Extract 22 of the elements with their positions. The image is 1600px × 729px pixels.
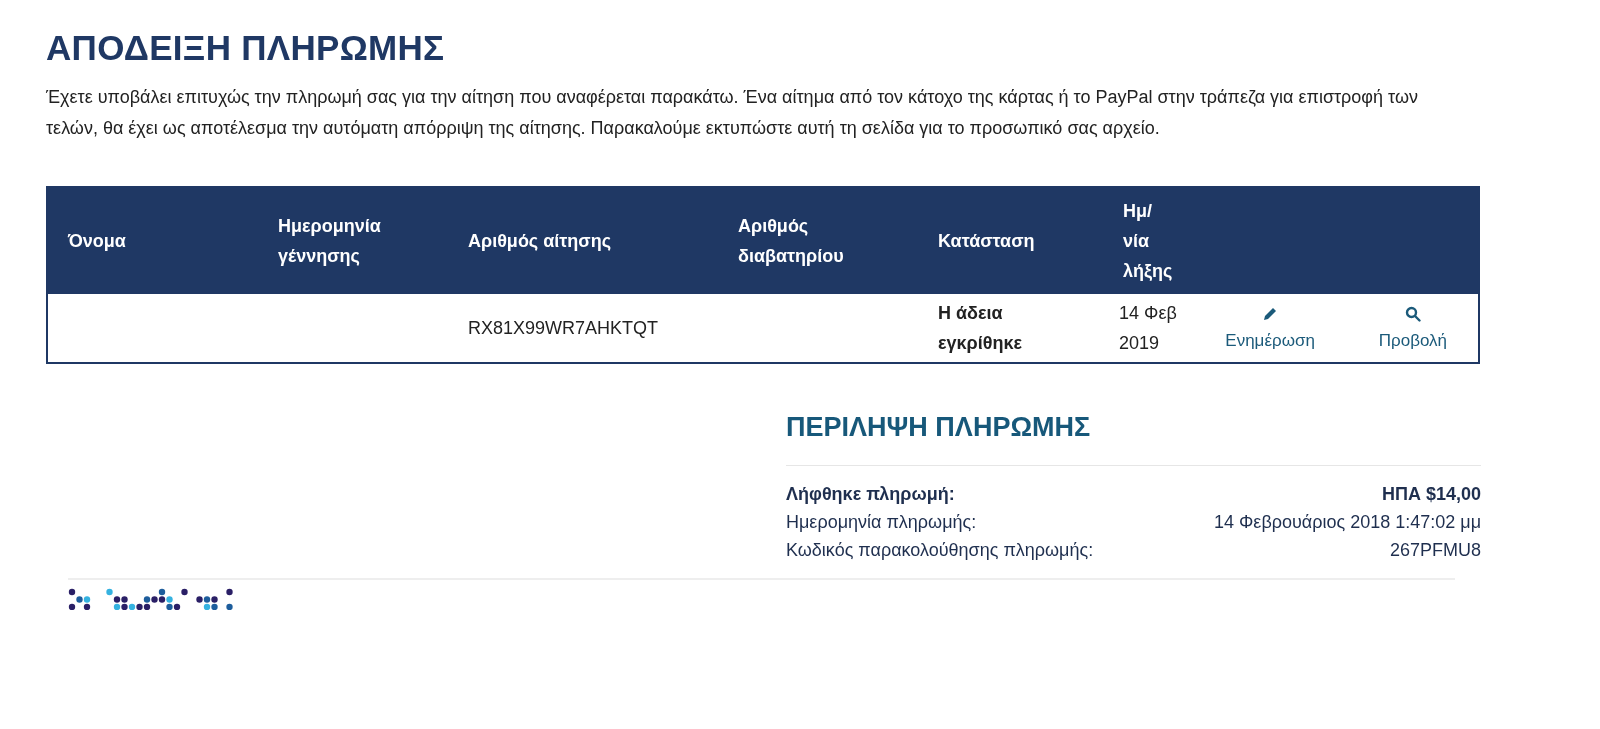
search-icon bbox=[1404, 305, 1421, 322]
table-cell: RX81X99WR7AHKTQT bbox=[448, 294, 718, 363]
page-title: ΑΠΟΔΕΙΞΗ ΠΛΗΡΩΜΗΣ bbox=[46, 28, 446, 68]
view-link[interactable]: Προβολή bbox=[1378, 305, 1448, 356]
column-header: Ημ/ νία λήξης bbox=[1103, 187, 1193, 294]
column-header: Αριθμός αίτησης bbox=[448, 187, 718, 294]
table-cell: 14 Φεβ 2019 bbox=[1103, 294, 1193, 363]
intro-paragraph: Έχετε υποβάλει επιτυχώς την πληρωμή σας για την αίτηση που αναφέρεται παρακάτω. Ένα αίτημα από τον κάτοχο της κάρτας ή το PayPal στην τράπεζα για επιστροφή των τελών, θα έχει ως αποτέλεσμα την αυτόματη απόρριψη της αίτησης. Παρακαλούμε εκτυπώστε αυτή τη σελίδα για το προσωπικό σας αρχείο. bbox=[46, 86, 1419, 140]
pencil-icon bbox=[1262, 305, 1279, 322]
column-header: Κατάσταση bbox=[918, 187, 1103, 294]
summary-value: 267PFMU8 bbox=[1389, 539, 1481, 562]
column-header: Ημερομηνία γέννησης bbox=[258, 187, 448, 294]
update-link[interactable]: Ενημέρωση bbox=[1225, 305, 1315, 356]
summary-label: Λήφθηκε πληρωμή: bbox=[786, 483, 955, 506]
summary-title: ΠΕΡΙΛΗΨΗ ΠΛΗΡΩΜΗΣ bbox=[786, 412, 1481, 466]
summary-label: Ημερομηνία πληρωμής: bbox=[786, 511, 977, 534]
column-header: Αριθμός διαβατηρίου bbox=[718, 187, 918, 294]
column-header: Όνομα bbox=[47, 187, 258, 294]
table-cell: Η άδεια εγκρίθηκε bbox=[918, 294, 1103, 363]
summary-value: 14 Φεβρουάριος 2018 1:47:02 μμ bbox=[1213, 511, 1481, 534]
summary-value: ΗΠΑ $14,00 bbox=[1381, 483, 1481, 506]
summary-label: Κωδικός παρακολούθησης πληρωμής: bbox=[786, 539, 1094, 562]
